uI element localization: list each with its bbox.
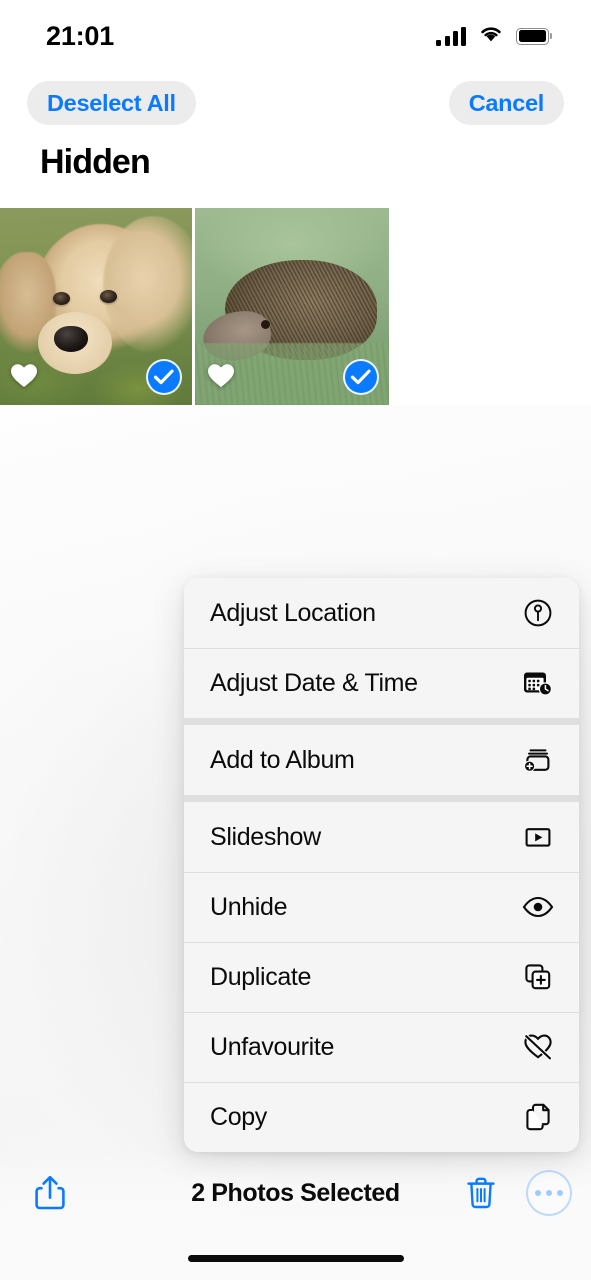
copy-documents-icon <box>521 1100 555 1134</box>
menu-item-unhide[interactable]: Unhide <box>184 872 579 942</box>
menu-item-copy[interactable]: Copy <box>184 1082 579 1152</box>
context-menu-group-album: Add to Album <box>184 725 579 795</box>
heart-slash-icon <box>521 1030 555 1064</box>
menu-item-slideshow[interactable]: Slideshow <box>184 802 579 872</box>
eye-icon <box>521 890 555 924</box>
calendar-clock-icon <box>521 666 555 700</box>
menu-item-label: Slideshow <box>210 822 321 851</box>
signal-bars-icon <box>436 26 466 46</box>
heart-filled-icon <box>10 363 38 393</box>
menu-item-label: Unfavourite <box>210 1032 334 1061</box>
cancel-button[interactable]: Cancel <box>448 81 564 125</box>
add-to-album-icon <box>521 743 555 777</box>
home-indicator[interactable] <box>187 1255 404 1262</box>
menu-item-duplicate[interactable]: Duplicate <box>184 942 579 1012</box>
photo-thumbnail-hedgehog[interactable] <box>195 208 389 405</box>
menu-item-label: Copy <box>210 1102 267 1131</box>
context-menu-group-adjust: Adjust Location Adjust Date & Time <box>184 578 579 718</box>
battery-full-icon <box>516 27 549 45</box>
menu-item-adjust-date-time[interactable]: Adjust Date & Time <box>184 648 579 718</box>
menu-item-label: Unhide <box>210 892 288 921</box>
menu-item-label: Adjust Date & Time <box>210 668 418 697</box>
heart-filled-icon <box>207 363 235 393</box>
location-pin-circle-icon <box>521 596 555 630</box>
photo-thumbnail-puppy[interactable] <box>0 208 192 405</box>
menu-item-unfavourite[interactable]: Unfavourite <box>184 1012 579 1082</box>
deselect-all-button[interactable]: Deselect All <box>27 81 196 125</box>
photo-grid <box>0 208 591 405</box>
menu-item-label: Add to Album <box>210 745 355 774</box>
menu-item-adjust-location[interactable]: Adjust Location <box>184 578 579 648</box>
context-menu-group-actions: Slideshow Unhide Duplicate Unfavourite C… <box>184 802 579 1152</box>
context-menu-separator <box>184 718 579 725</box>
toolbar-row: 2 Photos Selected <box>0 1160 591 1226</box>
menu-item-label: Adjust Location <box>210 598 376 627</box>
ellipsis-circle-icon[interactable] <box>526 1170 572 1216</box>
status-bar: 21:01 <box>0 0 591 68</box>
status-bar-icons <box>436 24 549 48</box>
duplicate-plus-icon <box>521 960 555 994</box>
navigation-bar: Deselect All Cancel <box>0 79 591 127</box>
context-menu-separator <box>184 795 579 802</box>
page-title: Hidden <box>40 143 151 181</box>
menu-item-label: Duplicate <box>210 962 312 991</box>
menu-item-add-to-album[interactable]: Add to Album <box>184 725 579 795</box>
checkmark-circle-icon[interactable] <box>146 359 182 395</box>
status-bar-time: 21:01 <box>46 20 115 51</box>
context-menu: Adjust Location Adjust Date & Time Add t… <box>184 578 579 1152</box>
wifi-icon <box>478 24 504 48</box>
trash-icon[interactable] <box>457 1167 505 1219</box>
play-rectangle-icon <box>521 820 555 854</box>
checkmark-circle-icon[interactable] <box>343 359 379 395</box>
